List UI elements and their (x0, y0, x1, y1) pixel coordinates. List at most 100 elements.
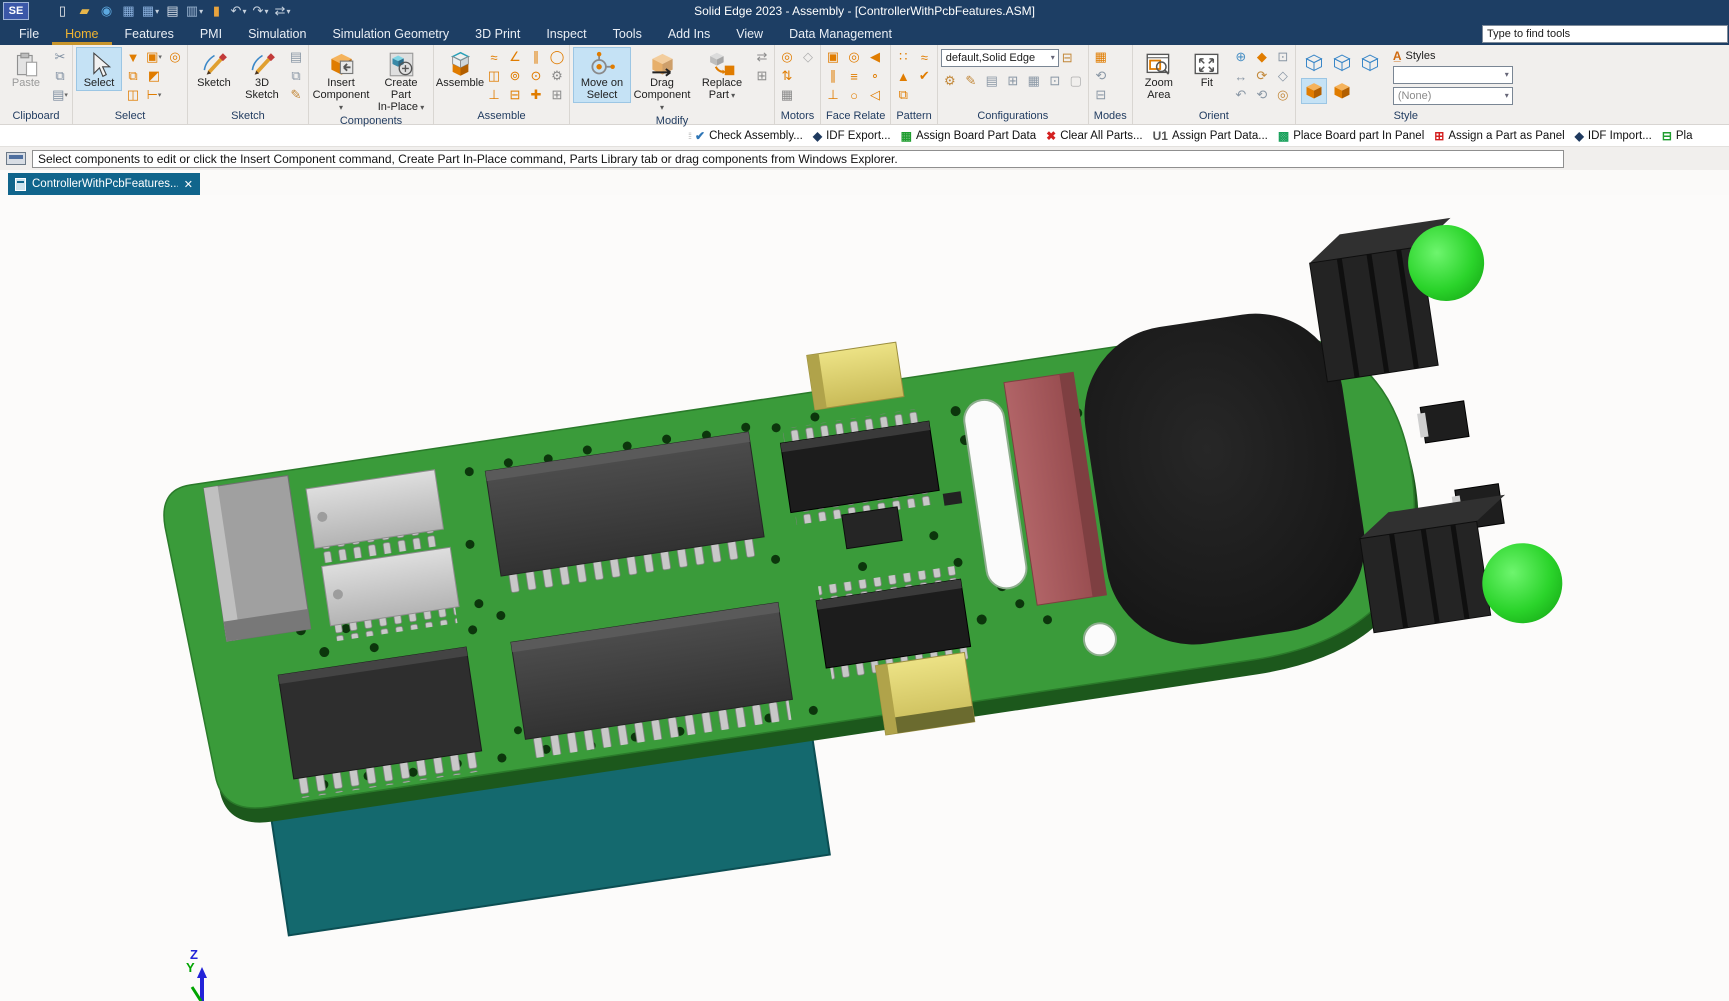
gear-relation-icon[interactable]: ⚙ (548, 67, 566, 85)
menu-tab-features[interactable]: Features (112, 22, 187, 45)
planar-relate-icon[interactable]: ▣ (824, 48, 842, 66)
place-board-part-in-panel-button[interactable]: ▩Place Board part In Panel (1278, 129, 1424, 143)
open-icon[interactable]: ▰ (77, 3, 92, 19)
save-as-icon[interactable]: ▦▾ (143, 3, 158, 19)
menu-tab-inspect[interactable]: Inspect (533, 22, 599, 45)
menu-tab-tools[interactable]: Tools (600, 22, 655, 45)
menu-tab-view[interactable]: View (723, 22, 776, 45)
perpendicular-face-icon[interactable]: ⊥ (824, 86, 842, 104)
new-document-icon[interactable]: ▯ (55, 3, 70, 19)
mate-icon[interactable]: ◫ (485, 67, 503, 85)
select-visible-icon[interactable]: ▣▾ (145, 48, 163, 66)
move-on-select-button[interactable]: Move on Select (573, 47, 631, 103)
app-logo[interactable]: SE (3, 2, 29, 20)
check-assembly-button[interactable]: ✔Check Assembly... (695, 129, 803, 143)
redo-icon[interactable]: ↷▾ (253, 3, 268, 19)
sketch-sheets-icon[interactable]: ▤ (287, 48, 305, 66)
match-coordinate-systems-icon[interactable]: ✚ (527, 86, 545, 104)
assign-part-data-button[interactable]: U1Assign Part Data... (1153, 129, 1268, 143)
pattern-icon[interactable]: ∷ (894, 48, 912, 66)
linear-motor-icon[interactable]: ⇅ (778, 67, 796, 85)
assemble-button[interactable]: Assemble (437, 47, 483, 91)
replace-part-button[interactable]: Replace Part (693, 47, 751, 103)
drag-component-button[interactable]: Drag Component (633, 47, 691, 115)
rotation-motor-icon[interactable]: ◎ (778, 48, 796, 66)
revise-mode-icon[interactable]: ⟲ (1092, 67, 1110, 85)
convert-sketch-icon[interactable]: ⧉ (287, 67, 305, 85)
face-style-combobox[interactable]: (None) (1393, 87, 1513, 105)
zones-icon[interactable]: ⊡ (1046, 72, 1064, 90)
sketch-button[interactable]: Sketch (191, 47, 237, 91)
menu-tab-file[interactable]: File (6, 22, 52, 45)
find-tools-input[interactable]: Type to find tools (1482, 25, 1728, 43)
document-tab[interactable]: ControllerWithPcbFeatures... ✕ (8, 173, 200, 195)
menu-tab-pmi[interactable]: PMI (187, 22, 235, 45)
sketch-relations-icon[interactable]: ✎ (287, 86, 305, 104)
zone-box-icon[interactable]: ▢ (1067, 72, 1085, 90)
view-window-icon[interactable]: ⊡ (1274, 48, 1292, 66)
smd-chip[interactable] (1420, 401, 1469, 443)
menu-tab-simulation[interactable]: Simulation (235, 22, 319, 45)
assign-board-part-data-button[interactable]: ▦Assign Board Part Data (901, 129, 1037, 143)
connect-icon[interactable]: ⊥ (485, 86, 503, 104)
assign-part-as-panel-button[interactable]: ⊞Assign a Part as Panel (1434, 129, 1564, 143)
select-add-icon[interactable]: ⧉ (124, 67, 142, 85)
axial-align-icon[interactable]: ⊚ (506, 67, 524, 85)
pan-icon[interactable]: ↔ (1232, 67, 1250, 85)
insert-relation-icon[interactable]: ⊙ (527, 67, 545, 85)
angle-relate-icon[interactable]: ◁ (866, 86, 884, 104)
place-part-button[interactable]: ⊟Pla (1662, 129, 1693, 143)
assembly-viewport[interactable]: Z Y (0, 195, 1729, 1001)
select-filter-icon[interactable]: ▼ (124, 48, 142, 66)
edit-configuration-icon[interactable]: ✎ (962, 72, 980, 90)
apply-configuration-icon[interactable]: ⚙ (941, 72, 959, 90)
fit-button[interactable]: Fit (1184, 47, 1230, 91)
camera-view-icon[interactable]: ◎ (1274, 86, 1292, 104)
insert-component-button[interactable]: Insert Component (312, 47, 370, 115)
mirror-relate-icon[interactable]: ◀ (866, 48, 884, 66)
idf-import-button[interactable]: ◆IDF Import... (1575, 129, 1652, 143)
toolbar-grip[interactable]: ⁞⁞ (688, 131, 691, 141)
cut-icon[interactable]: ✂ (51, 48, 69, 66)
parallel-icon[interactable]: ∥ (527, 48, 545, 66)
pattern-along-curve-icon[interactable]: ≈ (915, 48, 933, 66)
undo-icon[interactable]: ↶▾ (231, 3, 246, 19)
connect-point-icon[interactable]: ∘ (866, 67, 884, 85)
save-configuration-icon[interactable]: ⊟ (1062, 50, 1073, 66)
select-component-icon[interactable]: ◩ (145, 67, 163, 85)
clear-all-parts-button[interactable]: ✖Clear All Parts... (1046, 129, 1143, 143)
configuration-settings-icon[interactable]: ▤ (983, 72, 1001, 90)
application-settings-icon[interactable]: ▥▾ (187, 3, 202, 19)
paste-special-icon[interactable]: ▤▾ (51, 86, 69, 104)
paste-button[interactable]: Paste (3, 47, 49, 91)
common-views-icon[interactable]: ◆ (1253, 48, 1271, 66)
tangent-face-icon[interactable]: ○ (845, 86, 863, 104)
style-combobox[interactable] (1393, 66, 1513, 84)
copy-icon[interactable]: ⧉ (51, 67, 69, 85)
shaded-icon[interactable] (1301, 78, 1327, 104)
save-icon[interactable]: ▦ (121, 3, 136, 19)
duplicate-components-icon[interactable]: ⧉ (894, 86, 912, 104)
query-select-icon[interactable]: ◎ (166, 48, 184, 66)
property-manager-icon[interactable]: ▤ (165, 3, 180, 19)
look-at-face-icon[interactable]: ◇ (1274, 67, 1292, 85)
preview-icon[interactable]: ◉ (99, 3, 114, 19)
flash-fit-icon[interactable]: ≈ (485, 48, 503, 66)
sketch-3d-button[interactable]: 3D Sketch (239, 47, 285, 103)
tab-close-icon[interactable]: ✕ (184, 178, 193, 191)
pcb-3d-view[interactable] (0, 195, 1729, 1001)
clone-component-icon[interactable]: ✔ (915, 67, 933, 85)
display-configurations-icon[interactable]: ▦ (1025, 72, 1043, 90)
move-part-icon[interactable]: ⇄ (753, 48, 771, 66)
menu-tab-data-management[interactable]: Data Management (776, 22, 905, 45)
model-save-icon[interactable]: ⊟ (1092, 86, 1110, 104)
menu-tab-simulation-geometry[interactable]: Simulation Geometry (319, 22, 462, 45)
previous-view-icon[interactable]: ↶ (1232, 86, 1250, 104)
capacitor-yellow[interactable] (875, 652, 974, 735)
exploded-view-icon[interactable]: ⊞ (1004, 72, 1022, 90)
exit-icon[interactable]: ▮ (209, 3, 224, 19)
center-plane-icon[interactable]: ⊟ (506, 86, 524, 104)
motor-table-icon[interactable]: ▦ (778, 86, 796, 104)
shaded-with-edges-icon[interactable] (1329, 78, 1355, 104)
zoom-area-button[interactable]: Zoom Area (1136, 47, 1182, 103)
